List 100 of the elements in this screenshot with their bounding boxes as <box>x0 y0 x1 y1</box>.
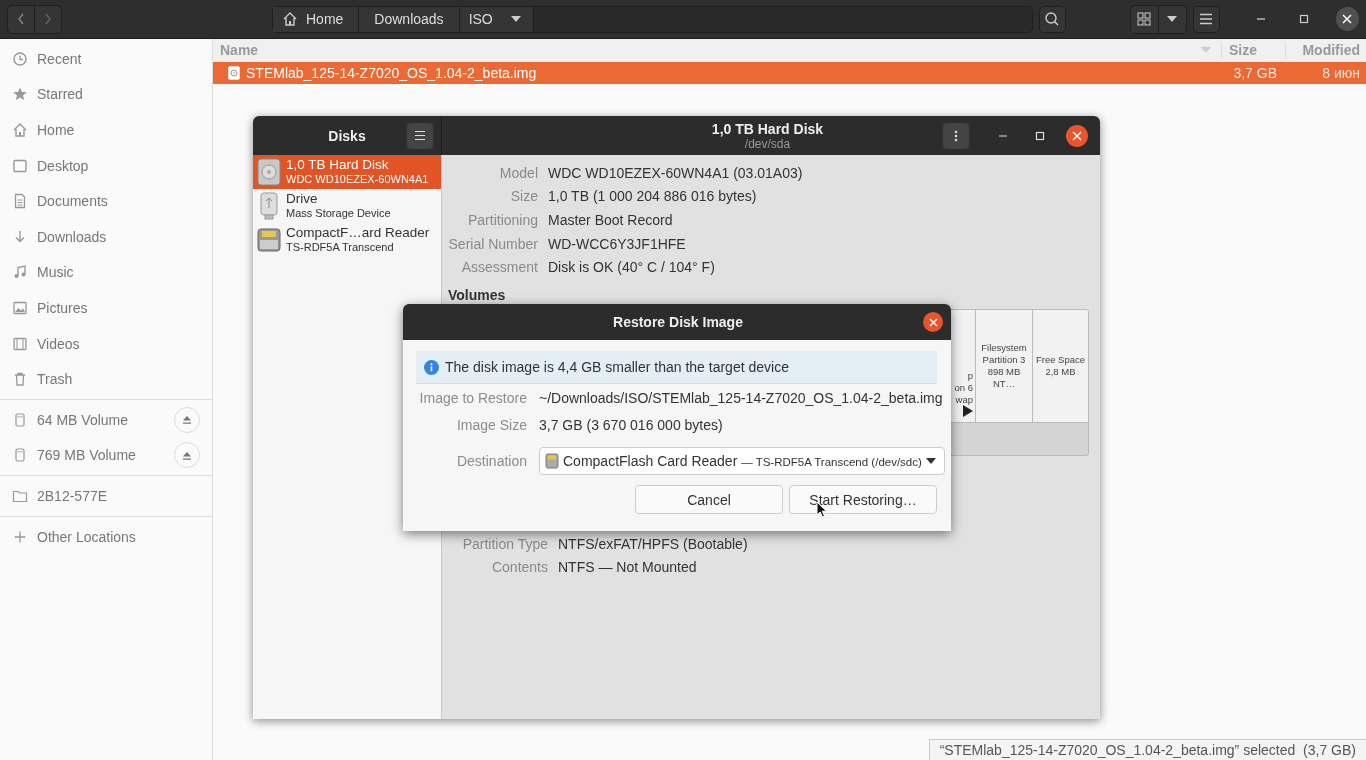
device-path: /dev/sda <box>744 136 791 151</box>
sidebar-item[interactable]: Recent <box>0 41 212 77</box>
sidebar-item[interactable]: Starred <box>0 76 212 113</box>
menu-button[interactable] <box>1192 5 1220 33</box>
partition-label: 898 MB NT… <box>986 365 1022 390</box>
device-item[interactable]: 1,0 TB Hard Disk WDC WD10EZEX-60WN4A1 <box>253 155 441 189</box>
path-button[interactable]: ISO <box>459 6 534 32</box>
partition-label: wap <box>955 393 973 406</box>
field-value: 3,7 GB (3 670 016 000 bytes) <box>538 416 723 433</box>
drive-icon <box>12 447 28 464</box>
property-label: Size <box>509 188 538 205</box>
property-value: WD-WCC6Y3JF1HFE <box>547 235 686 252</box>
dialog-title: Restore Disk Image <box>612 314 744 330</box>
image-icon <box>12 299 28 316</box>
destination-dropdown[interactable]: CompactFlash Card Reader — TS-RDF5A Transcend (/dev/sdc) <box>539 447 945 475</box>
partition-label: p <box>967 369 973 382</box>
info-message: The disk image is 4,4 GB smaller than the target device <box>445 359 789 375</box>
property-value: WDC WD10EZEX-60WN4A1 (03.01A03) <box>547 164 803 181</box>
section-heading: Volumes <box>448 286 507 303</box>
sidebar-item[interactable]: 2B12-577E <box>0 478 212 514</box>
path-button[interactable]: Downloads <box>359 6 460 32</box>
film-icon <box>12 335 28 352</box>
sidebar-item[interactable]: Trash <box>0 361 212 397</box>
sort-icon <box>1201 47 1211 53</box>
memory-card-icon <box>257 226 281 254</box>
sidebar-item[interactable]: Home <box>0 112 212 148</box>
dialog-button[interactable]: Start Restoring… <box>789 485 937 514</box>
property-label: Contents <box>490 559 548 576</box>
property-value: NTFS — Not Mounted <box>557 559 697 576</box>
close-icon <box>1072 130 1082 141</box>
property-value: 1,0 TB (1 000 204 886 016 bytes) <box>547 188 757 205</box>
sidebar-item[interactable]: Pictures <box>0 290 212 326</box>
partition-block[interactable]: Filesystem Partition 3 898 MB NT… <box>975 309 1032 422</box>
device-name: Drive <box>286 192 319 206</box>
sidebar-item[interactable]: 64 MB Volume <box>0 401 212 438</box>
file-row[interactable]: STEMlab_125-14-Z7020_OS_1.04-2_beta.img 3,7 GB 8 июн <box>213 62 1366 84</box>
property-value: NTFS/exFAT/HPFS (Bootable) <box>557 535 748 552</box>
file-modified: 8 июн <box>1321 65 1361 81</box>
clock-icon <box>12 50 28 67</box>
disc-image-icon <box>228 66 240 80</box>
close-button[interactable] <box>1066 124 1088 147</box>
sidebar-item[interactable]: Downloads <box>0 218 212 255</box>
status-text: “STEMlab_125-14-Z7020_OS_1.04-2_beta.img” selected (3,7 GB) <box>928 739 1366 760</box>
drive-icon <box>12 411 28 428</box>
home-icon <box>282 11 298 27</box>
caret-icon <box>1167 16 1178 22</box>
eject-icon <box>182 415 192 425</box>
info-icon <box>424 359 439 375</box>
menu-icon <box>414 130 426 141</box>
search-button[interactable] <box>1038 5 1066 33</box>
partition-label: Free Space <box>1035 353 1086 366</box>
back-icon <box>16 12 26 26</box>
file-name: STEMlab_125-14-Z7020_OS_1.04-2_beta.img <box>246 65 537 81</box>
partition-label: Filesystem <box>981 341 1027 354</box>
partition-label: Partition 3 <box>982 353 1026 366</box>
search-icon <box>1044 11 1061 27</box>
usb-drive-icon <box>257 192 281 220</box>
partition-label: on 6 <box>954 381 973 394</box>
star-icon <box>12 86 28 103</box>
column-heading[interactable]: Name <box>220 42 259 58</box>
device-item[interactable]: CompactF…ard Reader TS-RDF5A Transcend <box>253 223 441 257</box>
file-size: 3,7 GB <box>1232 65 1278 81</box>
home-icon <box>12 122 28 138</box>
partition-block[interactable]: Free Space 2,8 MB <box>1032 309 1088 422</box>
sidebar-item[interactable]: Videos <box>0 325 212 362</box>
memory-card-icon <box>545 453 559 469</box>
property-label: Partition Type <box>461 535 548 552</box>
close-button[interactable] <box>923 312 943 332</box>
play-icon <box>963 404 973 417</box>
music-icon <box>12 264 28 281</box>
menu-button[interactable] <box>407 122 433 149</box>
sidebar-item[interactable]: Desktop <box>0 147 212 184</box>
dialog-button[interactable]: Cancel <box>635 485 783 514</box>
sidebar-item[interactable]: Music <box>0 254 212 291</box>
sidebar-item[interactable]: Documents <box>0 183 212 219</box>
trash-icon <box>12 371 28 388</box>
minimize-icon <box>998 134 1008 137</box>
path-button[interactable]: Home <box>273 6 360 32</box>
sidebar-item[interactable]: Other Locations <box>0 518 212 555</box>
property-value: Disk is OK (40° C / 104° F) <box>547 259 715 276</box>
property-label: Model <box>498 164 538 181</box>
field-value: ~/Downloads/ISO/STEMlab_125-14-Z7020_OS_1.04-2_beta.img <box>538 389 943 406</box>
column-heading[interactable]: Size <box>1221 42 1285 58</box>
property-label: Serial Number <box>447 235 538 252</box>
device-item[interactable]: Drive Mass Storage Device <box>253 189 441 223</box>
sidebar-item[interactable]: 769 MB Volume <box>0 437 212 474</box>
eject-icon <box>182 450 192 460</box>
partition-label: 2,8 MB <box>1045 365 1076 378</box>
close-button[interactable] <box>1335 7 1359 31</box>
close-icon <box>1342 14 1353 24</box>
menu-icon <box>1199 13 1214 25</box>
field-label: Image Size <box>455 416 527 433</box>
grid-icon <box>1137 12 1152 26</box>
close-icon <box>928 317 938 327</box>
column-heading[interactable]: Modified <box>1285 42 1366 58</box>
device-description: Mass Storage Device <box>286 206 391 220</box>
property-label: Assessment <box>460 259 538 276</box>
forward-icon <box>43 12 53 26</box>
caret-icon <box>925 458 936 464</box>
maximize-icon <box>1299 14 1310 24</box>
